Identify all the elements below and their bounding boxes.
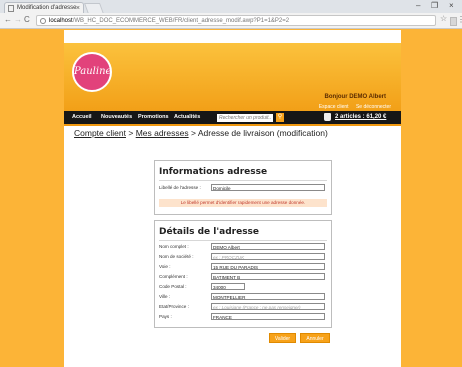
cancel-button[interactable]: Annuler — [300, 333, 330, 343]
address-details-section: Détails de l'adresse Nom complet : DEMO … — [154, 220, 332, 328]
company-label: Nom de société : — [159, 254, 194, 259]
complement-input[interactable]: BATIMENT B — [211, 273, 325, 280]
breadcrumb-separator: > — [128, 128, 134, 138]
tab-title: Modification d'adresse — [17, 5, 77, 11]
nav-item-promotions[interactable]: Promotions — [138, 114, 169, 120]
company-input[interactable]: ex : PROCZUK — [211, 253, 325, 260]
browser-toolbar: ← → C localhost/WB_HC_DOC_ECOMMERCE_WEB/… — [0, 13, 462, 29]
account-link[interactable]: Espace client — [319, 104, 349, 110]
shopping-bag-icon[interactable] — [324, 113, 331, 121]
page-icon — [8, 5, 14, 12]
browser-tab-strip: Modification d'adresse × – ❐ × — [0, 0, 462, 14]
address-info-section: Informations adresse Libellé de l'adress… — [154, 160, 332, 215]
search-icon[interactable]: ⚲ — [276, 113, 284, 122]
street-input[interactable]: 15 RUE DU PARADIS — [211, 263, 325, 270]
breadcrumb-current: Adresse de livraison (modification) — [197, 128, 328, 138]
maximize-button[interactable]: ❐ — [431, 0, 438, 12]
breadcrumb-account[interactable]: Compte client — [74, 128, 126, 138]
complement-label: Complément : — [159, 274, 188, 279]
logout-link[interactable]: Se déconnecter — [356, 104, 391, 110]
nav-item-nouveautes[interactable]: Nouveautés — [101, 114, 132, 120]
section-title: Informations adresse — [159, 167, 268, 177]
reload-icon[interactable]: C — [24, 14, 30, 26]
close-window-button[interactable]: × — [449, 0, 454, 12]
full-name-label: Nom complet : — [159, 244, 189, 249]
forward-icon[interactable]: → — [14, 14, 22, 26]
url-host: localhost — [49, 18, 73, 24]
browser-menu-icon[interactable]: ⋮ — [457, 15, 462, 24]
label-hint: Le libellé permet d'identifier rapidemen… — [159, 199, 327, 207]
back-icon[interactable]: ← — [4, 14, 12, 26]
info-icon[interactable] — [40, 18, 46, 24]
state-label: Etat/Province : — [159, 304, 189, 309]
url-path: /WB_HC_DOC_ECOMMERCE_WEB/FR/client_adres… — [72, 18, 290, 24]
main-nav: Accueil Nouveautés Promotions Actualités… — [64, 111, 401, 124]
breadcrumb-separator: > — [190, 128, 196, 138]
address-bar[interactable]: localhost/WB_HC_DOC_ECOMMERCE_WEB/FR/cli… — [36, 15, 436, 26]
city-input[interactable]: MONTPELLIER — [211, 293, 325, 300]
tab-close-icon[interactable]: × — [76, 3, 80, 13]
nav-item-accueil[interactable]: Accueil — [72, 114, 92, 120]
site-logo[interactable]: Pauline — [72, 52, 112, 92]
postal-code-input[interactable]: 34000 — [211, 283, 245, 290]
postal-code-label: Code Postal : — [159, 284, 187, 289]
country-input[interactable]: FRANCE — [211, 313, 325, 320]
breadcrumb: Compte client > Mes adresses > Adresse d… — [74, 128, 328, 138]
breadcrumb-addresses[interactable]: Mes adresses — [136, 128, 189, 138]
bookmark-star-icon[interactable]: ☆ — [440, 14, 447, 23]
validate-button[interactable]: Valider — [269, 333, 296, 343]
extension-icon[interactable] — [450, 17, 457, 26]
street-label: Voie : — [159, 264, 171, 269]
state-input[interactable]: ex : Louisiane (France : ne pas renseign… — [211, 303, 325, 310]
divider — [159, 180, 327, 181]
account-links: Espace client Se déconnecter — [313, 104, 391, 110]
page-content: Pauline Bonjour DEMO Albert Espace clien… — [64, 30, 401, 367]
divider — [159, 240, 327, 241]
section-title: Détails de l'adresse — [159, 227, 260, 237]
address-label-input[interactable]: Domicile — [211, 184, 325, 191]
browser-tab[interactable]: Modification d'adresse × — [4, 2, 84, 13]
country-label: Pays : — [159, 314, 172, 319]
minimize-button[interactable]: – — [416, 0, 420, 12]
site-header: Pauline Bonjour DEMO Albert Espace clien… — [64, 43, 401, 126]
nav-item-actualites[interactable]: Actualités — [174, 114, 200, 120]
address-label-label: Libellé de l'adresse : — [159, 185, 201, 190]
search-input[interactable] — [217, 114, 273, 122]
full-name-input[interactable]: DEMO Albert — [211, 243, 325, 250]
cart-summary[interactable]: 2 articles : 61,20 € — [335, 114, 386, 120]
greeting: Bonjour DEMO Albert — [324, 94, 386, 100]
city-label: Ville : — [159, 294, 171, 299]
